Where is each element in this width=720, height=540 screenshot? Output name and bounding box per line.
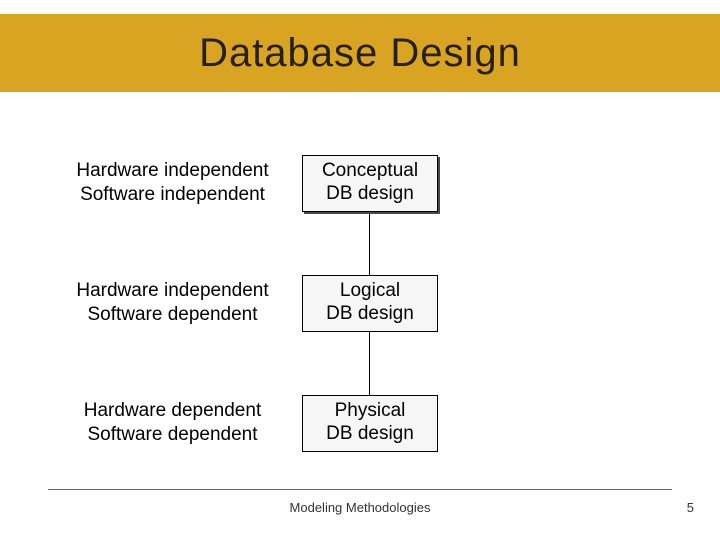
footer-divider <box>48 489 672 490</box>
box-line: Conceptual <box>322 160 418 183</box>
slide-title: Database Design <box>199 31 521 76</box>
box-line: Physical <box>335 400 406 423</box>
title-band: Database Design <box>0 14 720 92</box>
box-line: DB design <box>326 303 414 326</box>
footer-caption: Modeling Methodologies <box>0 500 720 515</box>
label-line: Hardware dependent <box>65 399 280 423</box>
stage-box-logical: Logical DB design <box>302 275 438 332</box>
box-line: DB design <box>326 183 414 206</box>
level-row-conceptual: Hardware independent Software independen… <box>65 153 625 213</box>
level-row-physical: Hardware dependent Software dependent Ph… <box>65 393 625 453</box>
label-line: Software dependent <box>65 423 280 447</box>
box-line: DB design <box>326 423 414 446</box>
page-number: 5 <box>687 500 694 515</box>
level-row-logical: Hardware independent Software dependent … <box>65 273 625 333</box>
level-label: Hardware independent Software independen… <box>65 159 280 207</box>
connector-2 <box>369 330 370 395</box>
stage-box-conceptual: Conceptual DB design <box>302 155 438 212</box>
diagram-area: Hardware independent Software independen… <box>0 135 720 480</box>
connector-1 <box>369 210 370 275</box>
box-line: Logical <box>340 280 400 303</box>
level-label: Hardware independent Software dependent <box>65 279 280 327</box>
level-label: Hardware dependent Software dependent <box>65 399 280 447</box>
stage-box-physical: Physical DB design <box>302 395 438 452</box>
label-line: Software independent <box>65 183 280 207</box>
label-line: Hardware independent <box>65 159 280 183</box>
label-line: Hardware independent <box>65 279 280 303</box>
label-line: Software dependent <box>65 303 280 327</box>
